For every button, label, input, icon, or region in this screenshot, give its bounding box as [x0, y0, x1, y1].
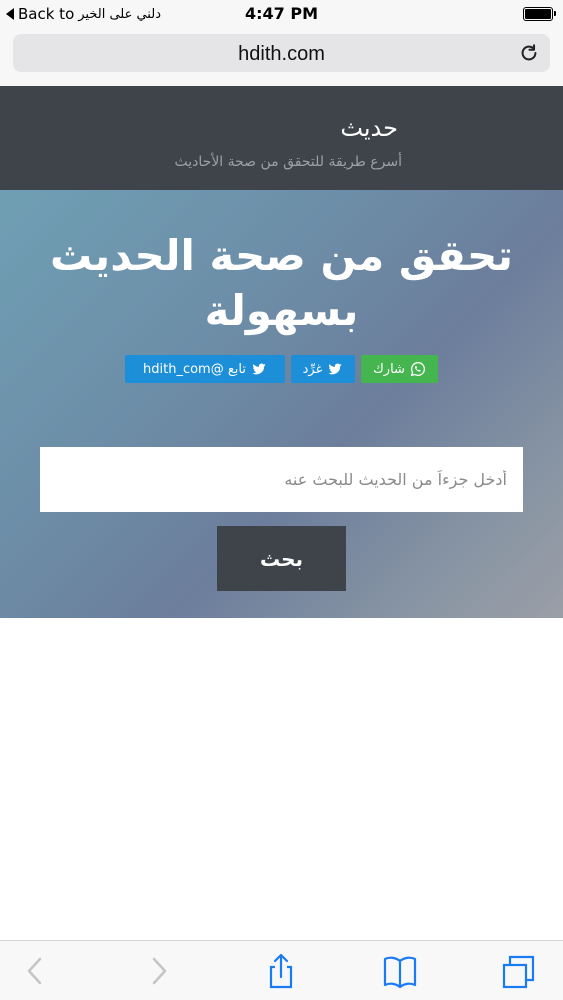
browser-toolbar [0, 940, 563, 1000]
hero-heading: تحقق من صحة الحديث بسهولة [20, 228, 543, 338]
bookmarks-icon[interactable] [383, 953, 417, 989]
hero-section: تحقق من صحة الحديث بسهولة شارك غرِّد تاب… [0, 190, 563, 618]
site-tagline: أسرع طريقة للتحقق من صحة الأحاديث [174, 154, 402, 170]
tabs-icon[interactable] [502, 953, 536, 989]
reload-icon[interactable] [518, 42, 540, 64]
search-button[interactable]: بحث [217, 526, 346, 591]
tweet-label: غرِّد [302, 361, 323, 377]
hero-heading-line-1: تحقق من صحة الحديث [49, 231, 514, 280]
whatsapp-share-label: شارك [373, 361, 405, 377]
status-bar: Back to دلني على الخير 4:47 PM [0, 0, 563, 28]
url-text[interactable]: hdith.com [13, 43, 550, 66]
tweet-button[interactable]: غرِّد [291, 355, 355, 383]
hadith-search-input[interactable] [40, 447, 523, 512]
share-icon[interactable] [264, 953, 298, 989]
twitter-bird-icon [328, 363, 343, 375]
address-bar[interactable]: hdith.com [13, 34, 550, 72]
whatsapp-share-button[interactable]: شارك [361, 355, 438, 383]
site-title[interactable]: حديث [340, 114, 398, 142]
twitter-bird-icon [252, 363, 266, 375]
hero-heading-line-2: بسهولة [204, 286, 359, 335]
address-bar-area: hdith.com [0, 28, 563, 86]
twitter-follow-label: تابع @hdith_com [143, 361, 246, 377]
forward-arrow-icon[interactable] [142, 953, 176, 989]
site-header: حديث أسرع طريقة للتحقق من صحة الأحاديث [0, 86, 563, 190]
status-time: 4:47 PM [244, 4, 318, 23]
back-arrow-icon[interactable] [18, 953, 52, 989]
whatsapp-icon [410, 361, 425, 377]
battery-icon [523, 7, 556, 21]
twitter-follow-button[interactable]: تابع @hdith_com [125, 355, 285, 383]
